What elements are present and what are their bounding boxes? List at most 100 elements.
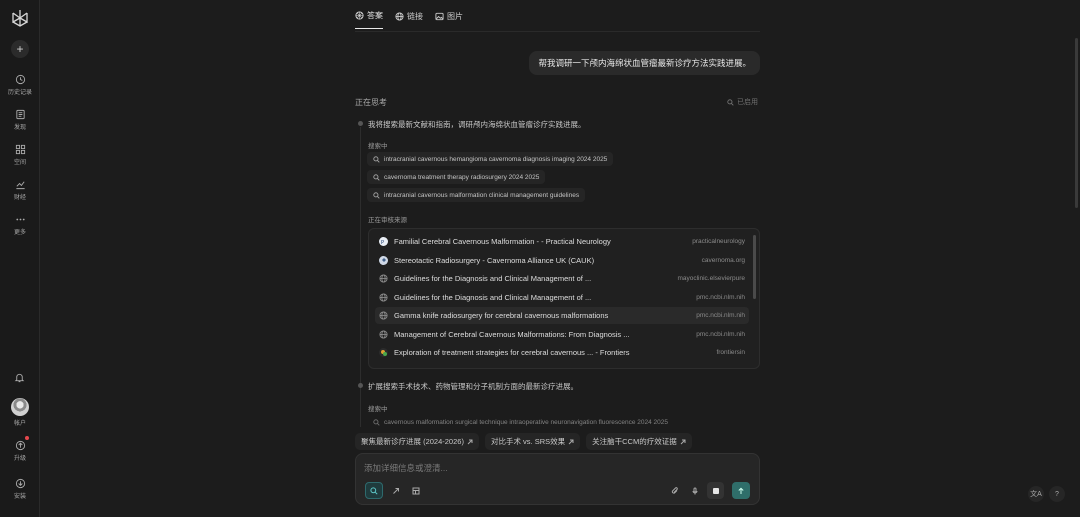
- search-mode-button[interactable]: [365, 482, 383, 499]
- bell-icon[interactable]: [14, 372, 25, 383]
- arrow-up-right-icon: [680, 439, 686, 444]
- research-mode-button[interactable]: [387, 482, 405, 499]
- app-logo-icon[interactable]: [10, 8, 30, 28]
- sidebar-item-discover[interactable]: 发现: [0, 109, 40, 131]
- search-icon: [370, 486, 378, 495]
- timeline-dot: [358, 121, 363, 126]
- sources-scrollbar[interactable]: [753, 235, 756, 299]
- searching-label: 搜索中: [368, 143, 388, 150]
- step-text: 扩展搜索手术技术、药物管理和分子机制方面的最新诊疗进展。: [368, 382, 578, 391]
- site-favicon-icon: [379, 255, 388, 265]
- sidebar-item-install[interactable]: 安装: [0, 478, 40, 500]
- arrow-up-icon: [738, 487, 744, 494]
- arrow-up-right-icon: [568, 439, 574, 444]
- sidebar-item-spaces[interactable]: 空间: [0, 144, 40, 166]
- result-tabs: 答案 链接 图片: [355, 10, 463, 29]
- attach-button[interactable]: [666, 482, 684, 499]
- stop-button[interactable]: [707, 482, 724, 499]
- source-domain: frontiersin: [716, 349, 745, 356]
- user-message: 帮我调研一下颅内海绵状血管瘤最新诊疗方法实践进展。: [529, 51, 760, 75]
- sources-list[interactable]: P Familial Cerebral Cavernous Malformati…: [368, 228, 760, 369]
- source-title: Guidelines for the Diagnosis and Clinica…: [394, 274, 592, 283]
- layout-icon: [412, 487, 420, 494]
- new-thread-button[interactable]: +: [11, 40, 29, 58]
- query-text: intracranial cavernous hemangioma cavern…: [384, 155, 608, 163]
- sidebar-item-account[interactable]: 帐户: [0, 418, 40, 427]
- source-domain: mayoclinic.elsevierpure: [677, 275, 745, 282]
- reviewing-sources-label: 正在审核来源: [368, 217, 407, 224]
- globe-icon: [379, 311, 388, 320]
- source-domain: cavernoma.org: [701, 256, 745, 264]
- sidebar-item-more[interactable]: 更多: [0, 214, 40, 236]
- more-icon: [15, 218, 25, 221]
- tab-links[interactable]: 链接: [395, 10, 423, 29]
- sidebar-item-history[interactable]: 历史记录: [0, 74, 40, 96]
- source-title: Exploration of treatment strategies for …: [394, 348, 630, 357]
- source-item[interactable]: Guidelines for the Diagnosis and Clinica…: [375, 289, 749, 306]
- source-domain: pmc.ncbi.nlm.nih: [696, 330, 745, 338]
- thinking-header[interactable]: 正在思考: [355, 97, 387, 108]
- language-button[interactable]: 文A: [1028, 486, 1044, 502]
- suggestion-chip[interactable]: 聚焦最新诊疗进展 (2024-2026): [355, 433, 479, 450]
- source-domain: practicalneurology: [692, 238, 745, 245]
- suggestion-label: 对比手术 vs. SRS效果: [490, 437, 566, 446]
- globe-icon: [379, 329, 388, 339]
- source-title: Gamma knife radiosurgery for cerebral ca…: [394, 311, 609, 320]
- page-scrollbar[interactable]: [1075, 38, 1078, 208]
- source-item[interactable]: Guidelines for the Diagnosis and Clinica…: [375, 270, 749, 287]
- voice-button[interactable]: [686, 482, 704, 499]
- timeline-line: [360, 127, 361, 427]
- source-domain: pmc.ncbi.nlm.nih: [696, 293, 745, 301]
- rocket-icon: [393, 487, 399, 494]
- used-indicator: 已启用: [727, 97, 758, 107]
- source-domain: pmc.ncbi.nlm.nih: [696, 312, 745, 319]
- search-query-chip: intracranial cavernous hemangioma cavern…: [367, 152, 614, 166]
- tabs-divider: [355, 31, 760, 32]
- sidebar-item-finance[interactable]: 财经: [0, 179, 40, 201]
- stop-icon: [712, 487, 719, 494]
- sidebar-item-label: 空间: [13, 160, 26, 166]
- source-item[interactable]: Stereotactic Radiosurgery - Cavernoma Al…: [375, 252, 749, 269]
- suggestion-chip[interactable]: 关注脑干CCM的疗效证据: [586, 433, 692, 450]
- composer[interactable]: 添加详细信息或澄清...: [355, 453, 760, 505]
- labs-mode-button[interactable]: [407, 482, 425, 499]
- source-item[interactable]: Management of Cerebral Cavernous Malform…: [375, 326, 749, 343]
- discover-icon: [15, 109, 25, 120]
- tab-images[interactable]: 图片: [435, 10, 463, 29]
- composer-input[interactable]: 添加详细信息或澄清...: [364, 462, 448, 474]
- source-item[interactable]: Exploration of treatment strategies for …: [375, 344, 749, 361]
- suggestion-label: 关注脑干CCM的疗效证据: [592, 437, 677, 446]
- avatar[interactable]: [11, 398, 29, 416]
- query-text: cavernoma treatment therapy radiosurgery…: [384, 173, 540, 181]
- download-icon: [15, 478, 25, 489]
- suggestion-chips: 聚焦最新诊疗进展 (2024-2026) 对比手术 vs. SRS效果 关注脑干…: [355, 433, 692, 450]
- source-title: Stereotactic Radiosurgery - Cavernoma Al…: [394, 255, 595, 265]
- source-item[interactable]: P Familial Cerebral Cavernous Malformati…: [375, 233, 749, 250]
- upgrade-icon: [15, 440, 25, 451]
- globe-icon: [395, 11, 404, 21]
- source-item[interactable]: Gamma knife radiosurgery for cerebral ca…: [375, 307, 749, 324]
- globe-icon: [379, 292, 388, 302]
- help-button[interactable]: ?: [1049, 486, 1065, 502]
- source-title: Management of Cerebral Cavernous Malform…: [394, 329, 630, 339]
- image-icon: [435, 12, 444, 20]
- arrow-up-right-icon: [467, 439, 473, 444]
- sidebar-item-label: 更多: [13, 230, 26, 236]
- tab-label: 图片: [447, 11, 463, 21]
- site-favicon-icon: P: [379, 237, 388, 246]
- submit-button[interactable]: [732, 482, 750, 499]
- sidebar-item-label: 历史记录: [7, 90, 32, 96]
- sidebar-item-label: 安装: [13, 494, 26, 500]
- used-label: 已启用: [737, 99, 758, 106]
- sidebar-item-label: 财经: [13, 195, 26, 201]
- history-icon: [15, 74, 25, 85]
- microphone-icon: [692, 487, 698, 494]
- search-icon: [373, 418, 380, 426]
- sidebar-item-upgrade[interactable]: 升级: [0, 440, 40, 462]
- suggestion-chip[interactable]: 对比手术 vs. SRS效果: [484, 433, 581, 450]
- tab-answer[interactable]: 答案: [355, 10, 383, 29]
- site-favicon-icon: [379, 348, 388, 357]
- tab-label: 链接: [407, 11, 423, 21]
- searching-label: 搜索中: [368, 406, 388, 413]
- finance-icon: [15, 181, 25, 190]
